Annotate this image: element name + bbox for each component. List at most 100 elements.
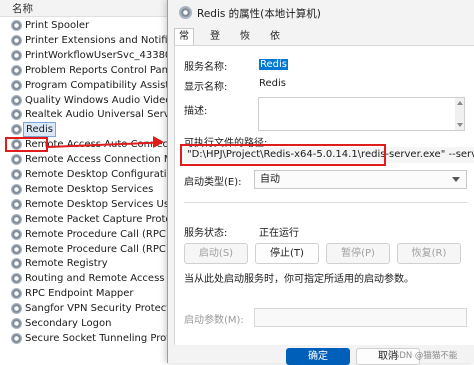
startup-type-label: 启动类型(E): xyxy=(184,177,242,188)
service-name-field[interactable]: Redis xyxy=(259,57,439,72)
ok-button[interactable]: 确定 xyxy=(286,348,350,365)
service-row[interactable]: Remote Desktop Configuration xyxy=(0,167,178,182)
start-params-field[interactable] xyxy=(254,308,467,327)
csdn-watermark: CSDN @猫猫不能 xyxy=(388,351,458,361)
service-gear-icon xyxy=(11,332,22,344)
tab-recovery[interactable]: 恢复 xyxy=(236,29,254,58)
service-gear-icon xyxy=(11,258,22,270)
service-name: Problem Reports Control Panel Su xyxy=(25,64,178,76)
service-gear-icon xyxy=(11,228,22,240)
service-row[interactable]: RPC Endpoint Mapper xyxy=(0,286,178,301)
service-name: Remote Packet Capture Protocol v xyxy=(25,213,178,225)
service-row[interactable]: Remote Access Connection Manager xyxy=(0,152,178,167)
service-name-label: 服务名称: xyxy=(184,62,228,73)
service-gear-icon xyxy=(11,213,22,225)
service-gear-icon xyxy=(11,109,22,121)
service-gear-icon xyxy=(11,20,22,31)
service-row[interactable]: Print Spooler xyxy=(0,18,178,33)
service-row[interactable]: Routing and Remote Access xyxy=(0,271,178,286)
exe-path-highlight-box xyxy=(180,144,386,166)
service-name: Sangfor VPN Security Protect Servi xyxy=(25,303,178,315)
service-gear-icon xyxy=(11,318,22,329)
service-gear-icon xyxy=(11,243,22,255)
service-row[interactable]: Program Compatibility Assistant Se xyxy=(0,78,178,93)
start-button[interactable]: 启动(S) xyxy=(184,243,248,264)
service-row[interactable]: Remote Registry xyxy=(0,256,178,271)
service-gear-icon xyxy=(11,198,22,210)
service-gear-icon xyxy=(11,64,22,76)
service-name: PrintWorkflowUserSvc_43380 xyxy=(25,49,172,61)
service-gear-icon xyxy=(11,288,22,300)
pause-button[interactable]: 暂停(P) xyxy=(326,243,390,264)
service-row[interactable]: Remote Desktop Services UserMod xyxy=(0,197,178,212)
tab-dependencies[interactable]: 依存关系 xyxy=(266,29,284,90)
display-name-label: 显示名称: xyxy=(184,82,228,93)
description-label: 描述: xyxy=(184,106,208,117)
service-row[interactable]: Remote Procedure Call (RPC) xyxy=(0,227,178,242)
service-name: RPC Endpoint Mapper xyxy=(25,288,134,300)
service-gear-icon xyxy=(11,154,22,166)
services-list-panel: 名称 Print Spooler Printer Extensions and N… xyxy=(0,0,178,363)
service-name-value: Redis xyxy=(259,59,288,70)
service-row[interactable]: PrintWorkflowUserSvc_43380 xyxy=(0,48,178,63)
service-name: Remote Procedure Call (RPC) xyxy=(25,228,170,240)
startup-type-select[interactable]: 自动 xyxy=(254,170,467,189)
dialog-title-bar[interactable]: Redis 的属性(本地计算机) xyxy=(168,0,474,26)
service-name: Printer Extensions and Notifications xyxy=(25,34,178,46)
redis-properties-dialog: Redis 的属性(本地计算机) 常规 登录 恢复 依存关系 服务名称: Red… xyxy=(167,0,474,365)
service-gear-icon xyxy=(11,273,22,285)
service-name: Secondary Logon xyxy=(25,318,112,329)
service-status-value: 正在运行 xyxy=(259,228,299,239)
stop-button[interactable]: 停止(T) xyxy=(255,243,319,264)
description-scrollbar[interactable] xyxy=(455,98,464,130)
start-params-hint: 当从此处启动服务时，你可指定所适用的启动参数。 xyxy=(184,274,414,285)
service-gear-icon xyxy=(11,124,22,136)
name-column-label: 名称 xyxy=(12,3,33,15)
service-row[interactable]: Problem Reports Control Panel Su xyxy=(0,63,178,78)
service-gear-icon xyxy=(11,49,22,61)
service-row[interactable]: Printer Extensions and Notifications xyxy=(0,33,178,48)
service-name: Realtek Audio Universal Service xyxy=(25,109,178,121)
service-name: Remote Registry xyxy=(25,258,108,270)
general-tab-panel: 服务名称: Redis 显示名称: Redis 描述: 可执行文件的路径: "D… xyxy=(174,45,474,347)
section-divider xyxy=(184,202,467,203)
tab-general[interactable]: 常规 xyxy=(174,28,194,58)
service-gear-icon xyxy=(11,94,22,106)
service-gear-icon xyxy=(179,6,192,19)
resume-button[interactable]: 恢复(R) xyxy=(397,243,461,264)
service-gear-icon xyxy=(11,183,22,195)
service-name: Program Compatibility Assistant Se xyxy=(25,79,178,91)
service-row[interactable]: Secure Socket Tunneling Protocol xyxy=(0,331,178,346)
start-params-label: 启动参数(M): xyxy=(184,315,244,326)
service-name: Routing and Remote Access xyxy=(25,273,165,285)
dialog-title: Redis 的属性(本地计算机) xyxy=(197,8,321,20)
service-name: Remote Procedure Call (RPC) Locator xyxy=(25,243,178,255)
service-gear-icon xyxy=(11,79,22,91)
services-column-header[interactable]: 名称 xyxy=(0,0,178,17)
redis-highlight-box xyxy=(5,137,48,152)
service-gear-icon xyxy=(11,169,22,180)
service-name: Remote Desktop Configuration xyxy=(25,169,178,180)
description-textbox[interactable] xyxy=(258,97,465,131)
annotation-arrow-head xyxy=(153,136,164,148)
service-row-redis[interactable]: Redis xyxy=(0,122,178,138)
service-row[interactable]: Remote Procedure Call (RPC) Locator xyxy=(0,242,178,257)
service-row[interactable]: Quality Windows Audio Video Expe xyxy=(0,93,178,108)
display-name-value: Redis xyxy=(259,78,286,89)
service-name: Secure Socket Tunneling Protocol xyxy=(25,332,178,344)
service-name: Print Spooler xyxy=(25,20,90,31)
service-row[interactable]: Remote Desktop Services xyxy=(0,182,178,197)
service-name: Quality Windows Audio Video Expe xyxy=(25,94,178,106)
service-name: Redis xyxy=(23,122,56,138)
service-row[interactable]: Remote Packet Capture Protocol v xyxy=(0,212,178,227)
service-name: Remote Desktop Services UserMod xyxy=(25,198,178,210)
startup-type-value: 自动 xyxy=(260,174,280,185)
service-row[interactable]: Realtek Audio Universal Service xyxy=(0,107,178,122)
service-row[interactable]: Secondary Logon xyxy=(0,316,178,331)
service-gear-icon xyxy=(11,303,22,315)
service-row[interactable]: Sangfor VPN Security Protect Servi xyxy=(0,301,178,316)
chevron-down-icon xyxy=(452,177,460,182)
service-name: Remote Access Connection Manager xyxy=(25,154,178,166)
tab-logon[interactable]: 登录 xyxy=(206,29,224,58)
service-gear-icon xyxy=(11,34,22,46)
